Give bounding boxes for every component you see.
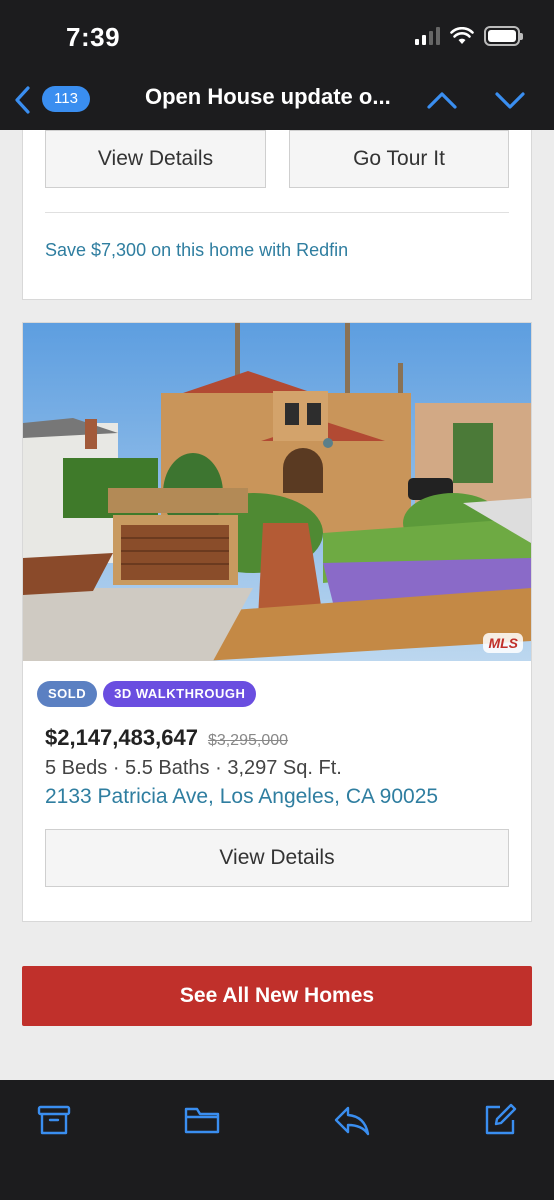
- status-time: 7:39: [66, 22, 121, 52]
- email-subject-title: Open House update o...: [145, 84, 391, 109]
- status-icons: [415, 26, 523, 46]
- listing-address-link[interactable]: 2133 Patricia Ave, Los Angeles, CA 90025: [45, 785, 438, 809]
- battery-level: [488, 30, 516, 42]
- sale-price: $2,147,483,647: [45, 725, 198, 750]
- bottom-toolbar: [0, 1080, 554, 1200]
- go-tour-it-button[interactable]: Go Tour It: [289, 130, 509, 188]
- previous-message-chevron-up-icon[interactable]: [424, 84, 460, 116]
- top-bar: 7:39 113 Open House update o...: [0, 0, 554, 130]
- wifi-icon: [450, 27, 474, 44]
- listing-specs: 5 Beds · 5.5 Baths · 3,297 Sq. Ft.: [45, 757, 342, 779]
- compose-icon[interactable]: [480, 1100, 520, 1140]
- back-chevron-icon[interactable]: [8, 82, 40, 118]
- listing-card: MLS SOLD 3D WALKTHROUGH $2,147,483,647 $…: [22, 322, 532, 922]
- sold-badge: SOLD: [37, 681, 98, 707]
- reply-icon[interactable]: [332, 1100, 372, 1140]
- battery-icon: [484, 26, 523, 46]
- unread-count-badge[interactable]: 113: [42, 86, 90, 112]
- original-price: $3,295,000: [207, 732, 289, 749]
- divider: [45, 212, 509, 213]
- cellular-signal-icon: [415, 27, 440, 45]
- mail-nav-bar: 113 Open House update o...: [0, 76, 554, 122]
- 3d-walkthrough-badge[interactable]: 3D WALKTHROUGH: [103, 681, 257, 707]
- listing-photo[interactable]: MLS: [23, 323, 531, 661]
- listing-tags: SOLD 3D WALKTHROUGH: [37, 681, 257, 707]
- mls-watermark-logo: MLS: [483, 633, 523, 653]
- view-details-button[interactable]: View Details: [45, 829, 509, 887]
- folder-icon[interactable]: [182, 1100, 222, 1140]
- listing-card-previous: View Details Go Tour It Save $7,300 on t…: [22, 130, 532, 300]
- archive-icon[interactable]: [34, 1100, 74, 1140]
- see-all-new-homes-button[interactable]: See All New Homes: [22, 966, 532, 1026]
- view-details-button[interactable]: View Details: [45, 130, 266, 188]
- next-message-chevron-down-icon[interactable]: [492, 84, 528, 116]
- save-with-redfin-link[interactable]: Save $7,300 on this home with Redfin: [45, 240, 348, 261]
- price-row: $2,147,483,647 $3,295,000: [45, 725, 288, 751]
